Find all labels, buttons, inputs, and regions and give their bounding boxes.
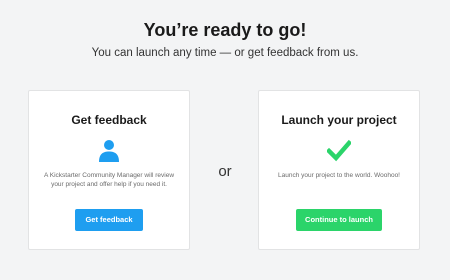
get-feedback-button[interactable]: Get feedback [75,209,143,231]
launch-card-title: Launch your project [281,113,397,127]
launch-options-page: You’re ready to go! You can launch any t… [0,0,450,280]
page-title: You’re ready to go! [143,20,307,40]
launch-card-description: Launch your project to the world. Woohoo… [277,172,400,179]
or-separator: or [218,163,232,180]
feedback-card: Get feedback A Kickstarter Community Man… [28,90,190,250]
continue-to-launch-button[interactable]: Continue to launch [296,209,382,231]
feedback-card-description: A Kickstarter Community Manager will rev… [43,172,175,188]
launch-card: Launch your project Launch your project … [258,90,420,250]
checkmark-icon [327,139,351,162]
feedback-card-title: Get feedback [71,113,147,127]
person-icon [99,140,119,162]
page-subtitle: You can launch any time — or get feedbac… [91,47,359,59]
